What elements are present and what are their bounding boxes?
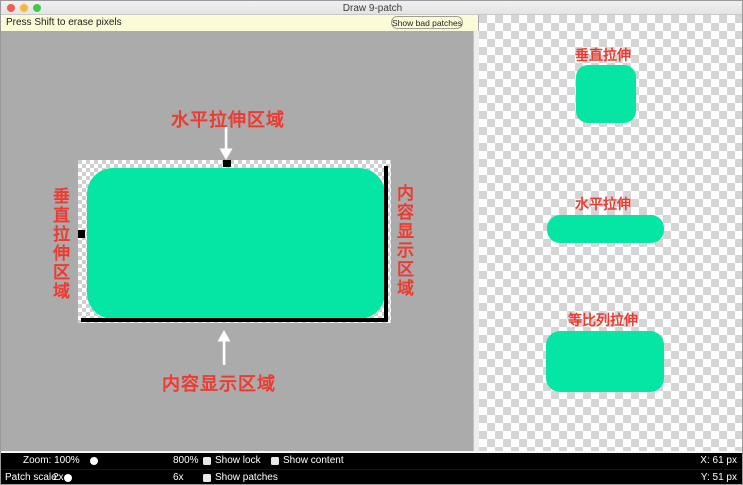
- window-title: Draw 9-patch: [1, 2, 743, 15]
- preview-proportional-stretch-shape: [546, 331, 664, 392]
- show-patches-label[interactable]: Show patches: [215, 470, 278, 485]
- erase-hint-text: Press Shift to erase pixels: [6, 15, 122, 31]
- zoom-slider-thumb[interactable]: [90, 457, 98, 465]
- bottom-content-marker[interactable]: [81, 318, 388, 322]
- show-bad-patches-button[interactable]: Show bad patches: [391, 16, 463, 29]
- preview-vertical-stretch-label: 垂直拉伸: [479, 45, 727, 65]
- content-area-right-label: 内容显示区域: [394, 184, 412, 298]
- show-patches-checkbox[interactable]: [203, 474, 211, 482]
- statusbar-zoom-row: Zoom: 100% 800% Show lock Show content X…: [1, 453, 743, 469]
- show-lock-label[interactable]: Show lock: [215, 453, 261, 469]
- titlebar: Draw 9-patch: [1, 1, 743, 15]
- toolbar: Press Shift to erase pixels Show bad pat…: [1, 15, 478, 31]
- patch-graphic[interactable]: [87, 168, 385, 319]
- preview-proportional-stretch-label: 等比列拉伸: [479, 310, 727, 330]
- down-arrow-icon: [218, 127, 234, 161]
- patch-scale-max-label: 6x: [173, 470, 184, 485]
- show-content-label[interactable]: Show content: [283, 453, 344, 469]
- preview-vertical-stretch-shape: [576, 65, 636, 123]
- editor-canvas[interactable]: 水平拉伸区域 垂直拉伸区域 内容显示区域 内容显示区域: [1, 31, 473, 453]
- draw9patch-window: Draw 9-patch Press Shift to erase pixels…: [0, 0, 743, 485]
- preview-panel: 垂直拉伸 水平拉伸 等比列拉伸: [479, 15, 743, 451]
- cursor-y-coordinate: Y: 51 px: [701, 470, 737, 485]
- show-lock-checkbox[interactable]: [203, 457, 211, 465]
- left-stretch-marker[interactable]: [78, 230, 85, 238]
- preview-horizontal-stretch-shape: [547, 215, 664, 243]
- patch-scale-label: Patch scale:: [5, 470, 59, 485]
- top-stretch-marker[interactable]: [223, 160, 231, 167]
- content-area-bottom-label: 内容显示区域: [139, 370, 299, 396]
- ninepatch-image[interactable]: [78, 160, 391, 323]
- patch-scale-slider-thumb[interactable]: [64, 474, 72, 482]
- up-arrow-icon: [216, 330, 232, 366]
- statusbar-patch-scale-row: Patch scale: 2x 6x Show patches Y: 51 px: [1, 469, 743, 485]
- show-content-checkbox[interactable]: [271, 457, 279, 465]
- zoom-label: Zoom: 100%: [23, 453, 80, 469]
- vertical-stretch-label: 垂直拉伸区域: [50, 187, 68, 301]
- preview-horizontal-stretch-label: 水平拉伸: [479, 194, 727, 214]
- right-content-marker[interactable]: [384, 166, 388, 322]
- patch-scale-value: 2x: [53, 470, 64, 485]
- cursor-x-coordinate: X: 61 px: [700, 453, 737, 469]
- zoom-max-label: 800%: [173, 453, 199, 469]
